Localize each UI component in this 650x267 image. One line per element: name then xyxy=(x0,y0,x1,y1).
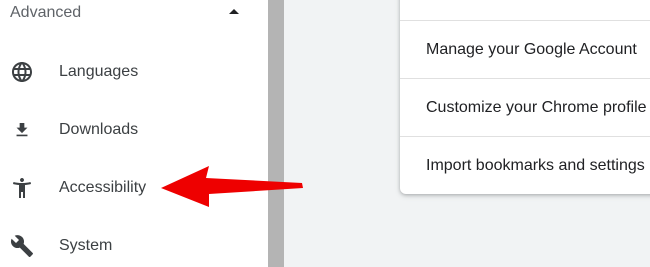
sidebar-item-system[interactable]: System xyxy=(0,218,268,267)
collapse-caret-icon[interactable] xyxy=(229,9,239,14)
customize-chrome-profile-row[interactable]: Customize your Chrome profile xyxy=(400,78,650,136)
globe-icon xyxy=(10,60,34,84)
row-label: Import bookmarks and settings xyxy=(426,157,645,174)
you-and-google-card: Manage your Google Account Customize you… xyxy=(400,0,650,194)
sidebar-scrollbar[interactable] xyxy=(268,0,284,267)
sidebar-item-languages[interactable]: Languages xyxy=(0,44,268,100)
import-bookmarks-row[interactable]: Import bookmarks and settings xyxy=(400,136,650,194)
sidebar-item-accessibility[interactable]: Accessibility xyxy=(0,160,268,216)
sidebar-item-label: System xyxy=(59,237,113,254)
settings-sidebar: Advanced Languages Downloads Accessibili… xyxy=(0,0,268,267)
sidebar-item-downloads[interactable]: Downloads xyxy=(0,102,268,158)
download-icon xyxy=(10,118,34,142)
accessibility-icon xyxy=(10,176,34,200)
advanced-section-label: Advanced xyxy=(10,4,82,21)
sidebar-item-label: Languages xyxy=(59,63,139,80)
sidebar-item-label: Accessibility xyxy=(59,179,147,196)
advanced-section-toggle[interactable]: Advanced xyxy=(0,0,268,28)
wrench-icon xyxy=(10,234,34,258)
row-label: Customize your Chrome profile xyxy=(426,99,647,116)
sidebar-item-label: Downloads xyxy=(59,121,139,138)
manage-google-account-row[interactable]: Manage your Google Account xyxy=(400,20,650,78)
row-label: Manage your Google Account xyxy=(426,41,637,58)
